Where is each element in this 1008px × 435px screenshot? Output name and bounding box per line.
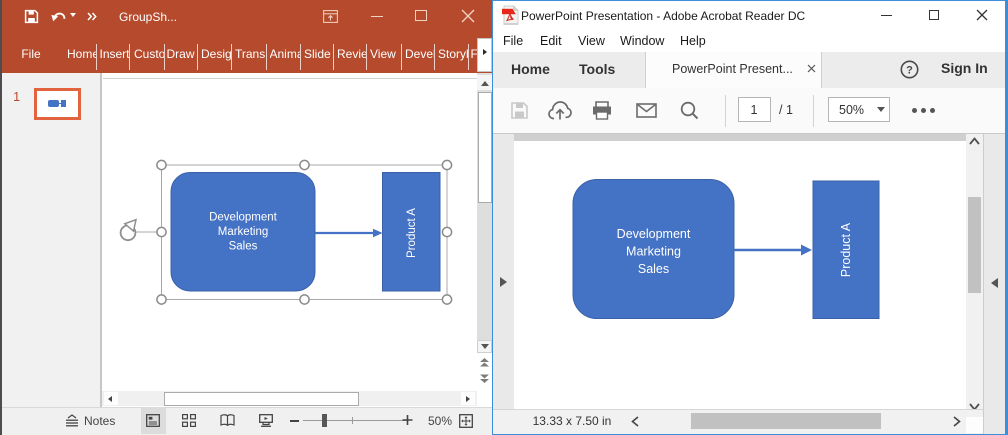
svg-text:Marketing: Marketing	[626, 244, 681, 258]
svg-text:?: ?	[906, 65, 913, 77]
svg-text:Product A: Product A	[839, 222, 853, 277]
svg-text:Product A: Product A	[406, 208, 418, 258]
svg-text:Marketing: Marketing	[218, 226, 269, 238]
svg-text:Sales: Sales	[638, 262, 669, 276]
svg-text:Sales: Sales	[229, 241, 258, 253]
svg-text:Development: Development	[617, 227, 691, 241]
svg-text:Development: Development	[209, 212, 278, 224]
